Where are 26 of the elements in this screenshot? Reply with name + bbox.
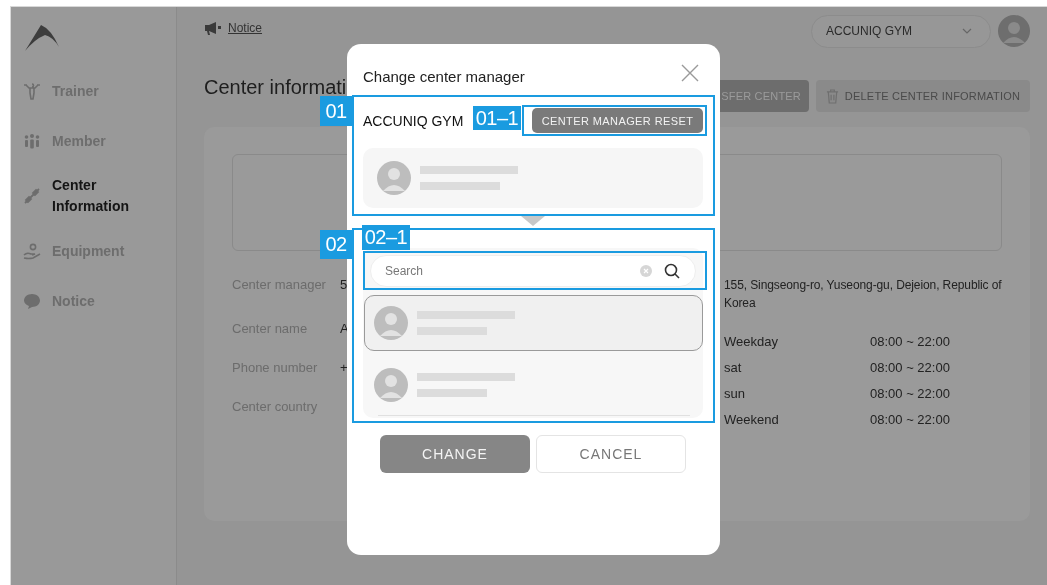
field-value: + [340, 359, 348, 377]
hours-value: 08:00 ~ 22:00 [870, 333, 950, 351]
hours-value: 08:00 ~ 22:00 [870, 359, 950, 377]
sidebar-item[interactable]: Center Information [23, 166, 176, 226]
day-label: Weekday [724, 333, 779, 351]
search-field[interactable]: Search [370, 255, 696, 287]
hours-value: 08:00 ~ 22:00 [870, 411, 950, 429]
delete-button[interactable]: DELETE CENTER INFORMATION [816, 80, 1030, 112]
day-label: sun [724, 385, 746, 403]
day-label: sat [724, 359, 743, 377]
annotation-label: 01–1 [473, 106, 521, 130]
field-value: 5 [340, 276, 348, 294]
day-label: Weekend [724, 411, 780, 429]
cancel-button[interactable]: CANCEL [536, 435, 686, 473]
annotation-label: 02 [320, 230, 352, 259]
center-dropdown[interactable]: ACCUNIQ GYM [811, 14, 991, 48]
center-name: ACCUNIQ GYM [363, 112, 464, 129]
hours-value: 08:00 ~ 22:00 [870, 385, 950, 403]
reset-button[interactable]: CENTER MANAGER RESET [532, 108, 703, 133]
address-text: 155, Singseong-ro, Yuseong-gu, Dejeion, Republic of Korea [724, 277, 1002, 312]
page-title: Center informati [204, 77, 347, 97]
annotation-label: 01 [320, 96, 352, 126]
change-button[interactable]: CHANGE [380, 435, 530, 473]
dialog-title: Change center manager [363, 68, 525, 86]
notice-link[interactable]: Notice [228, 21, 262, 35]
annotation-label: 02–1 [362, 225, 410, 250]
